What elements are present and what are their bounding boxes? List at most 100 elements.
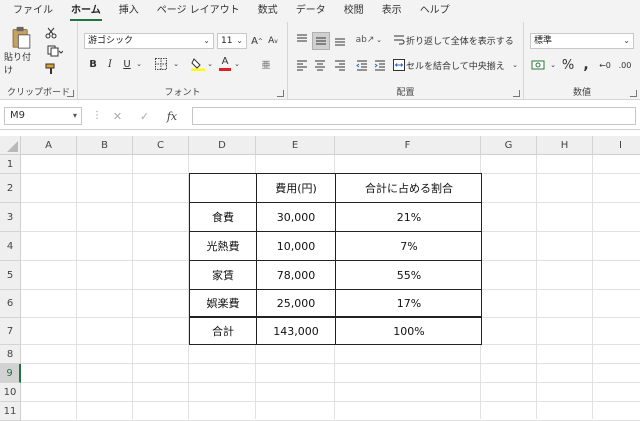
insert-function-button[interactable]: fx [167, 110, 177, 123]
row-header-6[interactable]: 6 [0, 290, 21, 318]
tab-formulas[interactable]: 数式 [249, 0, 287, 22]
tab-help[interactable]: ヘルプ [411, 0, 459, 22]
underline-icon[interactable]: U [120, 56, 134, 72]
row-header-11[interactable]: 11 [0, 402, 21, 421]
increase-font-size-icon[interactable]: A ^ [250, 33, 264, 49]
font-size-dropdown[interactable]: 11 ⌄ [217, 33, 247, 49]
align-bottom-icon[interactable] [332, 32, 348, 48]
align-top-icon[interactable] [294, 32, 310, 48]
tab-data[interactable]: データ [287, 0, 335, 22]
accounting-format-icon[interactable] [530, 57, 548, 73]
row-header-7[interactable]: 7 [0, 318, 21, 345]
row-header-8[interactable]: 8 [0, 345, 21, 364]
table-cell[interactable]: 25,000 [257, 290, 336, 318]
number-launcher-icon[interactable] [630, 90, 637, 97]
cut-icon[interactable] [44, 26, 58, 40]
column-header-h[interactable]: H [537, 136, 593, 155]
table-total-cell[interactable]: 143,000 [257, 318, 336, 345]
chevron-down-icon[interactable]: ⌄ [549, 57, 557, 73]
table-cell[interactable]: 30,000 [257, 203, 336, 232]
alignment-launcher-icon[interactable] [513, 90, 520, 97]
table-total-cell[interactable]: 合計 [190, 318, 257, 345]
table-cell[interactable]: 家賃 [190, 261, 257, 290]
tab-file[interactable]: ファイル [4, 0, 62, 22]
select-all-button[interactable] [0, 136, 21, 155]
chevron-down-icon[interactable]: ⌄ [511, 57, 519, 73]
merge-center-button[interactable]: セルを結合して中央揃え [406, 57, 510, 73]
chevron-down-icon[interactable]: ⌄ [233, 56, 241, 72]
phonetic-guide-icon[interactable]: 亜 [258, 56, 274, 72]
font-launcher-icon[interactable] [277, 90, 284, 97]
merge-center-icon[interactable] [392, 57, 406, 73]
table-cell[interactable]: 光熱費 [190, 232, 257, 261]
orientation-icon[interactable]: ab↗ [356, 32, 375, 48]
format-painter-icon[interactable] [44, 62, 58, 76]
increase-indent-icon[interactable] [372, 57, 388, 73]
formula-input[interactable] [192, 107, 636, 125]
enter-icon[interactable]: ✓ [140, 110, 149, 123]
column-header-d[interactable]: D [189, 136, 256, 155]
align-right-icon[interactable] [332, 57, 348, 73]
increase-decimal-icon[interactable]: ←0 [596, 57, 614, 73]
column-header-f[interactable]: F [335, 136, 481, 155]
chevron-down-icon[interactable]: ⌄ [172, 56, 180, 72]
table-cell[interactable]: 食費 [190, 203, 257, 232]
tab-view[interactable]: 表示 [373, 0, 411, 22]
font-name-dropdown[interactable]: 游ゴシック ⌄ [84, 33, 214, 49]
row-header-3[interactable]: 3 [0, 203, 21, 232]
align-center-icon[interactable] [312, 57, 328, 73]
decrease-font-size-icon[interactable]: Av [266, 33, 280, 49]
table-cell[interactable]: 7% [336, 232, 482, 261]
tab-insert[interactable]: 挿入 [110, 0, 148, 22]
align-left-icon[interactable] [294, 57, 310, 73]
table-cell[interactable]: 娯楽費 [190, 290, 257, 318]
percent-style-icon[interactable]: % [560, 57, 576, 73]
clipboard-launcher-icon[interactable] [67, 90, 74, 97]
bold-icon[interactable]: B [86, 56, 100, 72]
table-header-cell[interactable]: 合計に占める割合 [336, 174, 482, 203]
table-cell[interactable]: 10,000 [257, 232, 336, 261]
wrap-text-button[interactable]: 折り返して全体を表示する [406, 32, 522, 48]
tab-home[interactable]: ホーム [62, 0, 110, 22]
paste-button[interactable]: 貼り付け [4, 26, 38, 76]
column-header-a[interactable]: A [21, 136, 77, 155]
chevron-down-icon[interactable]: ⌄ [135, 56, 143, 72]
font-color-icon[interactable]: A [218, 55, 232, 72]
chevron-down-icon: ⌄ [236, 36, 243, 45]
number-group: 標準 ⌄ ⌄ % , ←0 .00 数値 [524, 22, 640, 100]
cancel-icon[interactable]: ✕ [113, 110, 122, 123]
row-header-1[interactable]: 1 [0, 155, 21, 174]
table-header-cell[interactable]: 費用(円) [257, 174, 336, 203]
row-header-4[interactable]: 4 [0, 232, 21, 261]
row-header-2[interactable]: 2 [0, 174, 21, 203]
italic-icon[interactable]: I [103, 56, 117, 72]
table-cell[interactable]: 17% [336, 290, 482, 318]
row-header-5[interactable]: 5 [0, 261, 21, 290]
table-cell[interactable]: 21% [336, 203, 482, 232]
table-cell[interactable]: 55% [336, 261, 482, 290]
column-header-i[interactable]: I [593, 136, 640, 155]
wrap-text-icon[interactable] [392, 32, 406, 48]
column-header-e[interactable]: E [256, 136, 335, 155]
borders-icon[interactable] [152, 56, 170, 72]
decrease-decimal-icon[interactable]: .00 [616, 57, 634, 73]
column-header-b[interactable]: B [77, 136, 133, 155]
row-header-10[interactable]: 10 [0, 383, 21, 402]
row-header-9[interactable]: 9 [0, 364, 21, 383]
align-middle-icon[interactable] [312, 32, 330, 50]
table-header-cell[interactable] [190, 174, 257, 203]
comma-style-icon[interactable]: , [579, 57, 593, 73]
tab-page-layout[interactable]: ページ レイアウト [148, 0, 249, 22]
name-box[interactable]: M9 ▾ [4, 107, 82, 125]
table-cell[interactable]: 78,000 [257, 261, 336, 290]
column-header-c[interactable]: C [133, 136, 189, 155]
chevron-down-icon[interactable]: ⌄ [375, 32, 383, 48]
copy-icon[interactable] [44, 44, 66, 58]
tab-review[interactable]: 校閲 [335, 0, 373, 22]
chevron-down-icon[interactable]: ⌄ [206, 56, 214, 72]
table-total-cell[interactable]: 100% [336, 318, 482, 345]
column-header-g[interactable]: G [481, 136, 537, 155]
fill-color-icon[interactable] [190, 56, 206, 72]
number-format-dropdown[interactable]: 標準 ⌄ [530, 33, 634, 49]
decrease-indent-icon[interactable] [354, 57, 370, 73]
